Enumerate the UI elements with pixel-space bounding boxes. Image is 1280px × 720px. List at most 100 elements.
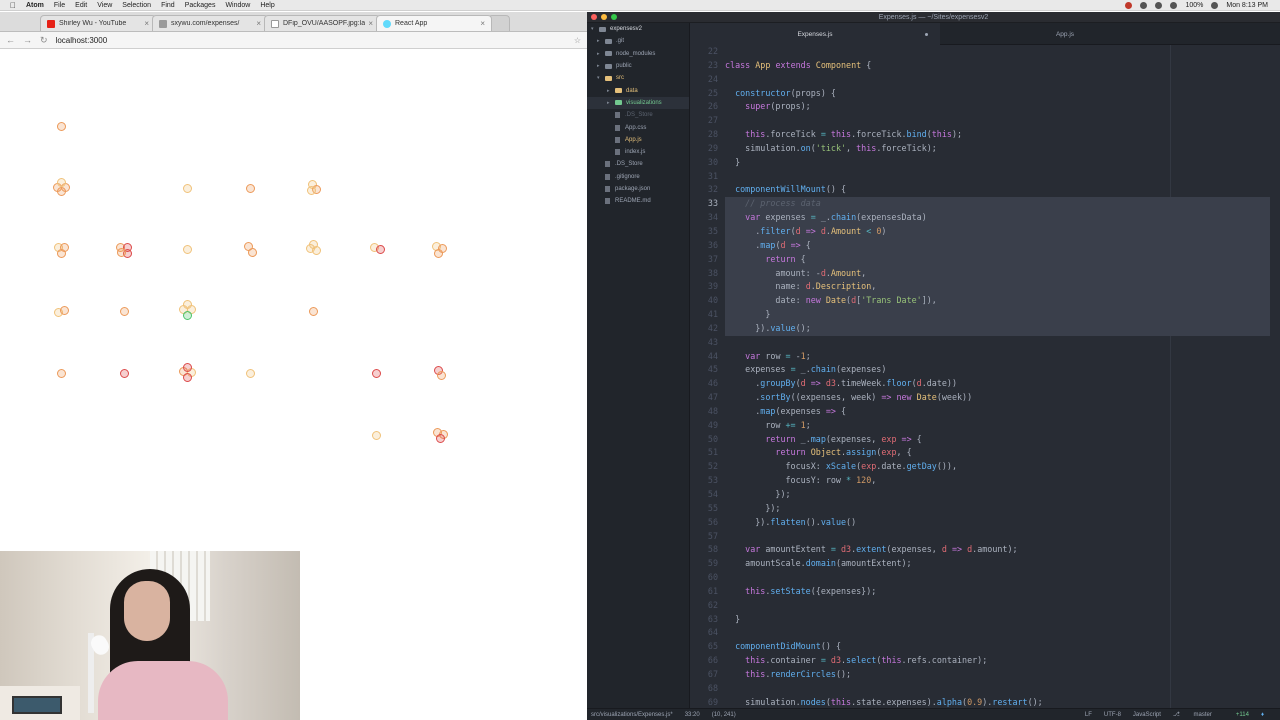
editor-tab-app[interactable]: App.js (940, 23, 1190, 45)
browser-tab-react-app[interactable]: React App × (376, 15, 492, 31)
expense-circle[interactable] (56, 177, 66, 187)
line-number[interactable]: 65 (690, 640, 722, 654)
reload-icon[interactable]: ↻ (40, 35, 48, 46)
github-icon[interactable]: ♦ (1261, 712, 1264, 718)
code-line[interactable] (725, 336, 1270, 350)
line-number[interactable]: 33 (690, 197, 722, 211)
expense-circle[interactable] (306, 185, 316, 195)
code-line[interactable]: }); (725, 488, 1270, 502)
clock[interactable]: Mon 8:13 PM (1226, 2, 1268, 9)
status-cursor-position[interactable]: 33:20 (685, 712, 700, 718)
browser-tab-image[interactable]: DFip_OVU/AASOPF.jpg:large × (264, 15, 380, 31)
apple-icon[interactable]:  (10, 1, 16, 10)
line-number[interactable]: 40 (690, 294, 722, 308)
tree-item-data[interactable]: ▸ data (587, 84, 689, 96)
code-line[interactable]: }).flatten().value() (725, 516, 1270, 530)
code-line[interactable] (725, 626, 1270, 640)
tree-item-node-modules[interactable]: ▸ node_modules (587, 48, 689, 60)
line-number[interactable]: 22 (690, 45, 722, 59)
expense-circle[interactable] (245, 368, 255, 378)
line-number[interactable]: 61 (690, 585, 722, 599)
line-number[interactable]: 57 (690, 530, 722, 544)
expense-circle[interactable] (59, 305, 69, 315)
expense-circle[interactable] (119, 368, 129, 378)
line-number[interactable]: 66 (690, 654, 722, 668)
code-line[interactable]: .map(d => { (725, 238, 1270, 253)
line-number[interactable]: 45 (690, 363, 722, 377)
expense-circle[interactable] (435, 433, 445, 443)
code-line[interactable]: this.setState({expenses}); (725, 585, 1270, 599)
code-editor[interactable]: 22 23 24 25 26 27 28 29 30 31 32 33 34 35 36 37 38 39 40 41… (690, 45, 1280, 708)
status-line-ending[interactable]: LF (1085, 712, 1092, 718)
tree-item-gitignore[interactable]: .gitignore (587, 171, 689, 183)
code-line[interactable] (725, 682, 1270, 696)
code-line[interactable]: .map(expenses => { (725, 405, 1270, 419)
line-number[interactable]: 48 (690, 405, 722, 419)
bookmark-star-icon[interactable]: ☆ (574, 36, 581, 45)
line-number-gutter[interactable]: 22 23 24 25 26 27 28 29 30 31 32 33 34 35 36 37 38 39 40 41… (690, 45, 722, 708)
code-line[interactable]: simulation.on('tick', this.forceTick); (725, 142, 1270, 156)
expense-circle[interactable] (247, 247, 257, 257)
back-icon[interactable]: ← (6, 35, 15, 45)
line-number[interactable]: 58 (690, 543, 722, 557)
line-number[interactable]: 34 (690, 211, 722, 225)
tree-item-git[interactable]: ▸ .git (587, 35, 689, 47)
menu-selection[interactable]: Selection (122, 2, 151, 9)
line-number[interactable]: 42 (690, 322, 722, 336)
code-line[interactable]: var amountExtent = d3.extent(expenses, d… (725, 543, 1270, 557)
line-number[interactable]: 54 (690, 488, 722, 502)
line-number[interactable]: 38 (690, 267, 722, 281)
line-number[interactable]: 36 (690, 239, 722, 253)
status-file-path[interactable]: src/visualizations/Expenses.js* (591, 712, 673, 718)
battery-level[interactable]: 100% (1185, 2, 1203, 9)
flag-icon[interactable] (1211, 2, 1219, 9)
wifi-icon[interactable] (1155, 2, 1163, 9)
status-encoding[interactable]: UTF-8 (1104, 712, 1121, 718)
expense-circle[interactable] (371, 368, 381, 378)
line-number[interactable]: 49 (690, 419, 722, 433)
close-icon[interactable]: × (144, 19, 149, 28)
line-number[interactable]: 41 (690, 308, 722, 322)
code-line[interactable]: componentDidMount() { (725, 640, 1270, 654)
expense-circle[interactable] (182, 299, 192, 309)
line-number[interactable]: 69 (690, 696, 722, 708)
code-line[interactable]: date: new Date(d['Trans Date']), (725, 294, 1270, 309)
line-number[interactable]: 47 (690, 391, 722, 405)
code-line[interactable]: var row = -1; (725, 350, 1270, 364)
tree-item-ds-store[interactable]: .DS_Store (587, 109, 689, 121)
line-number[interactable]: 26 (690, 100, 722, 114)
code-line[interactable]: this.container = d3.select(this.refs.con… (725, 654, 1270, 668)
line-number[interactable]: 64 (690, 626, 722, 640)
menu-find[interactable]: Find (161, 2, 175, 9)
tree-item-visualizations[interactable]: ▸ visualizations (587, 96, 689, 110)
close-icon[interactable]: × (368, 19, 373, 28)
code-line[interactable]: amount: -d.Amount, (725, 266, 1270, 281)
code-line[interactable] (725, 530, 1270, 544)
code-line[interactable]: focusX: xScale(exp.date.getDay()), (725, 460, 1270, 474)
code-line[interactable]: name: d.Description, (725, 280, 1270, 295)
code-line[interactable]: .sortBy((expenses, week) => new Date(wee… (725, 391, 1270, 405)
code-lines[interactable]: class App extends Component { constructo… (725, 45, 1270, 708)
tree-project-root[interactable]: ▾ expensesv2 (587, 23, 689, 35)
code-line[interactable]: row += 1; (725, 419, 1270, 433)
expense-circle[interactable] (56, 248, 66, 258)
status-grammar[interactable]: JavaScript (1133, 712, 1161, 718)
expense-circle[interactable] (182, 310, 192, 320)
menu-file[interactable]: File (54, 2, 65, 9)
expense-circle[interactable] (308, 239, 318, 249)
code-line[interactable]: }); (725, 502, 1270, 516)
code-line[interactable]: }).value(); (725, 321, 1270, 336)
url-input[interactable]: localhost:3000 (56, 36, 574, 45)
line-number[interactable]: 39 (690, 280, 722, 294)
code-line[interactable] (725, 571, 1270, 585)
expense-circle[interactable] (56, 121, 66, 131)
line-number[interactable]: 27 (690, 114, 722, 128)
line-number[interactable]: 60 (690, 571, 722, 585)
code-line[interactable] (725, 45, 1270, 59)
code-line[interactable]: expenses = _.chain(expenses) (725, 363, 1270, 377)
code-line[interactable]: .groupBy(d => d3.timeWeek.floor(d.date)) (725, 377, 1270, 391)
forward-icon[interactable]: → (23, 35, 32, 45)
browser-tab-youtube[interactable]: Shirley Wu - YouTube × (40, 15, 156, 31)
line-number[interactable]: 50 (690, 433, 722, 447)
code-line[interactable]: // process data (725, 197, 1270, 212)
